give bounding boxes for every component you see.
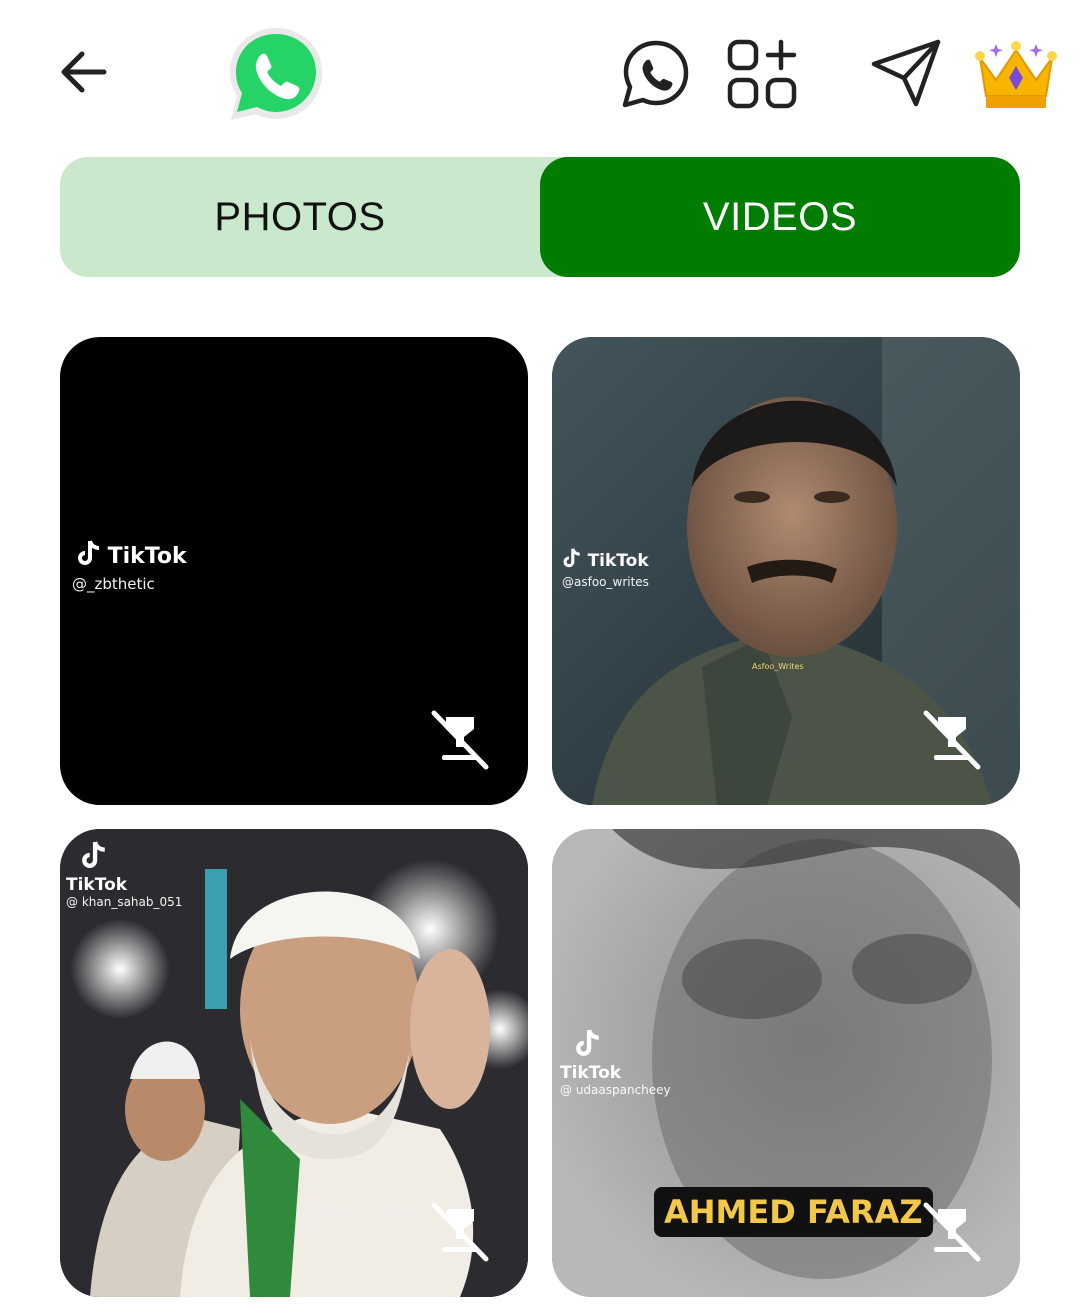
tiktok-brand: TikTok <box>587 551 649 571</box>
add-apps-icon[interactable] <box>726 38 798 110</box>
tiktok-brand: TikTok <box>107 544 187 569</box>
tiktok-watermark: TikTok @_zbthetic <box>72 539 187 593</box>
tiktok-watermark: TikTok @ udaaspancheey <box>560 1027 671 1097</box>
media-type-tabs: PHOTOS VIDEOS <box>60 157 1020 277</box>
video-thumbnail[interactable]: TikTok @ udaaspancheey AHMED FARAZ <box>552 829 1020 1297</box>
tiktok-logo-icon <box>82 841 105 868</box>
send-icon[interactable] <box>868 36 944 108</box>
video-thumbnail[interactable]: TikTok @_zbthetic <box>60 337 528 805</box>
video-caption: KHAN_SAHAB <box>306 1205 408 1223</box>
arrow-left-icon[interactable] <box>56 44 112 100</box>
tiktok-logo-icon <box>78 540 100 565</box>
tiktok-logo-icon <box>576 1029 599 1056</box>
tiktok-logo-icon <box>563 548 580 568</box>
muted-video-icon[interactable] <box>920 1199 984 1263</box>
tiktok-brand: TikTok <box>560 1063 622 1083</box>
tiktok-watermark: TikTok @asfoo_writes <box>562 547 649 589</box>
muted-video-icon[interactable] <box>428 1199 492 1263</box>
video-sticker-text: Asfoo_Writes <box>752 662 804 671</box>
video-thumbnail[interactable]: TikTok @ khan_sahab_051 KHAN_SAHAB <box>60 829 528 1297</box>
tiktok-username: @asfoo_writes <box>562 575 649 589</box>
tiktok-brand: TikTok <box>66 875 128 895</box>
tiktok-username: @ udaaspancheey <box>560 1083 671 1097</box>
tiktok-username: @ khan_sahab_051 <box>66 895 183 909</box>
tab-videos-label: VIDEOS <box>702 194 858 239</box>
muted-video-icon[interactable] <box>428 707 492 771</box>
tab-photos-label: PHOTOS <box>214 194 386 239</box>
tab-photos[interactable]: PHOTOS <box>60 157 540 277</box>
tiktok-watermark: TikTok @ khan_sahab_051 <box>66 839 182 909</box>
muted-video-icon[interactable] <box>920 707 984 771</box>
video-thumbnail[interactable]: TikTok @asfoo_writes Asfoo_Writes <box>552 337 1020 805</box>
whatsapp-icon[interactable] <box>620 38 692 110</box>
top-bar <box>0 0 1080 150</box>
whatsapp-logo-icon <box>230 28 322 120</box>
crown-icon[interactable] <box>974 36 1058 112</box>
video-caption: AHMED FARAZ <box>654 1187 933 1237</box>
tab-videos[interactable]: VIDEOS <box>540 157 1020 277</box>
tiktok-username: @_zbthetic <box>72 575 155 593</box>
